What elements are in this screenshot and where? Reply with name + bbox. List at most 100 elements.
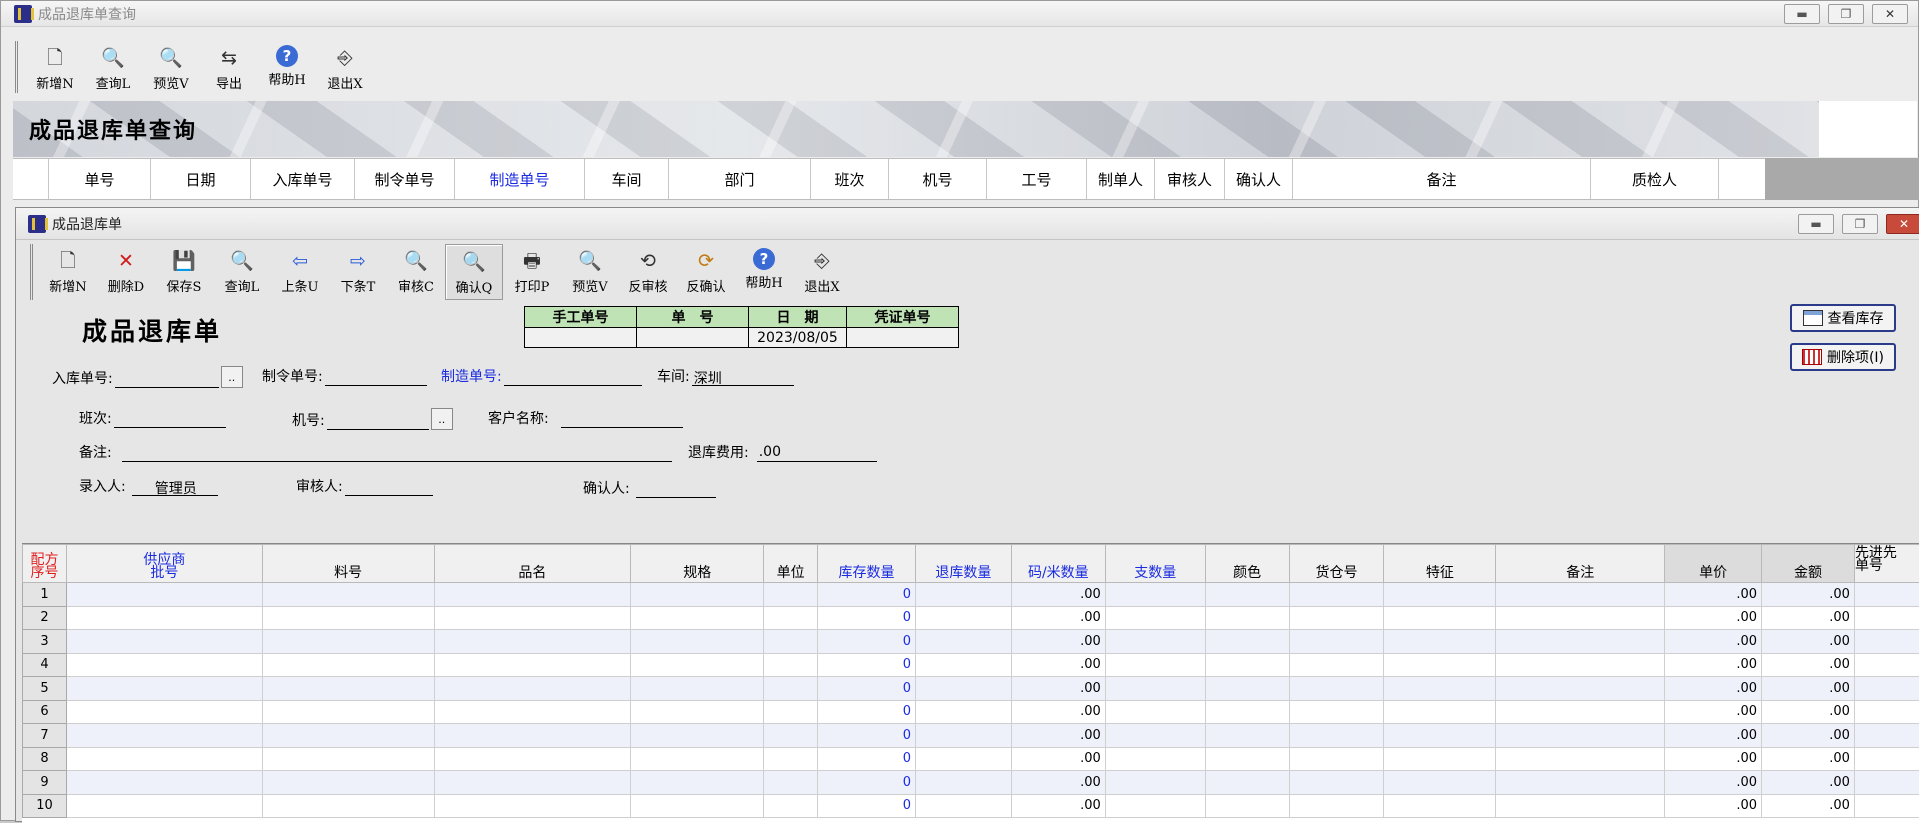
toolbar-button-print[interactable]: 🖶打印P — [503, 244, 561, 300]
table-row[interactable]: 90.00.00.00 — [23, 771, 1919, 795]
grid-cell[interactable] — [764, 724, 818, 748]
grid-cell[interactable] — [631, 771, 764, 795]
query-column-header[interactable]: 备注 — [1293, 159, 1591, 199]
stock-qty-cell[interactable]: 0 — [818, 677, 916, 701]
stock-qty-cell[interactable]: 0 — [818, 606, 916, 630]
grid-cell[interactable] — [1384, 583, 1496, 607]
grid-cell[interactable] — [1854, 747, 1919, 771]
grid-cell[interactable] — [764, 700, 818, 724]
stock-qty-cell[interactable]: 0 — [818, 794, 916, 818]
unit-price-cell[interactable]: .00 — [1665, 606, 1762, 630]
grid-cell[interactable] — [1205, 794, 1289, 818]
grid-column-header[interactable]: 单位 — [764, 545, 818, 583]
grid-cell[interactable] — [915, 630, 1011, 654]
grid-cell[interactable] — [434, 630, 631, 654]
query-column-header[interactable]: 审核人 — [1155, 159, 1225, 199]
grid-cell[interactable] — [1496, 653, 1665, 677]
outer-title-bar[interactable]: 成品退库单查询 ▬ ❐ ✕ — [1, 1, 1918, 27]
stock-qty-cell[interactable]: 0 — [818, 771, 916, 795]
grid-column-header[interactable]: 库存数量 — [818, 545, 916, 583]
table-row[interactable]: 80.00.00.00 — [23, 747, 1919, 771]
unit-price-cell[interactable]: .00 — [1665, 700, 1762, 724]
grid-cell[interactable] — [1289, 583, 1384, 607]
grid-cell[interactable] — [1854, 583, 1919, 607]
grid-column-header[interactable]: 金额 — [1762, 545, 1855, 583]
grid-cell[interactable] — [1205, 653, 1289, 677]
query-column-header[interactable]: 单号 — [49, 159, 151, 199]
toolbar-button-exit[interactable]: ⎆退出X — [793, 244, 851, 300]
shift-input[interactable] — [114, 410, 226, 428]
toolbar-button-export[interactable]: ⇆导出 — [200, 41, 258, 93]
grid-cell[interactable] — [915, 677, 1011, 701]
grid-cell[interactable] — [1496, 771, 1665, 795]
grid-cell[interactable] — [1205, 747, 1289, 771]
yard-qty-cell[interactable]: .00 — [1011, 653, 1105, 677]
grid-cell[interactable] — [434, 794, 631, 818]
grid-cell[interactable] — [1105, 747, 1205, 771]
table-row[interactable]: 70.00.00.00 — [23, 724, 1919, 748]
toolbar-button-help[interactable]: ?帮助H — [735, 244, 793, 300]
query-column-header[interactable]: 制造单号 — [455, 159, 585, 199]
grid-cell[interactable] — [1105, 583, 1205, 607]
doc-no-value[interactable] — [637, 328, 749, 348]
grid-cell[interactable] — [764, 747, 818, 771]
query-column-header[interactable]: 班次 — [811, 159, 889, 199]
grid-cell[interactable] — [66, 653, 262, 677]
grid-cell[interactable] — [915, 606, 1011, 630]
grid-cell[interactable] — [262, 747, 434, 771]
toolbar-button-next-arrow[interactable]: ⇨下条T — [329, 244, 387, 300]
grid-cell[interactable] — [1105, 677, 1205, 701]
grid-cell[interactable] — [66, 630, 262, 654]
grid-cell[interactable] — [262, 583, 434, 607]
grid-cell[interactable] — [1854, 653, 1919, 677]
grid-cell[interactable] — [1384, 771, 1496, 795]
query-column-header[interactable]: 部门 — [669, 159, 811, 199]
in-no-input[interactable] — [115, 370, 219, 388]
minimize-button[interactable]: ▬ — [1784, 4, 1820, 24]
date-value[interactable]: 2023/08/05 — [749, 328, 847, 348]
grid-cell[interactable] — [1205, 700, 1289, 724]
grid-column-header[interactable]: 先进先 单号 — [1854, 545, 1919, 583]
grid-cell[interactable] — [915, 771, 1011, 795]
grid-cell[interactable] — [915, 747, 1011, 771]
yard-qty-cell[interactable]: .00 — [1011, 583, 1105, 607]
table-row[interactable]: 10.00.00.00 — [23, 583, 1919, 607]
grid-cell[interactable] — [764, 630, 818, 654]
amount-cell[interactable]: .00 — [1762, 677, 1855, 701]
grid-cell[interactable] — [1384, 700, 1496, 724]
toolbar-button-query[interactable]: 🔍查询L — [84, 41, 142, 93]
grid-cell[interactable] — [434, 771, 631, 795]
grid-cell[interactable] — [764, 583, 818, 607]
grid-cell[interactable] — [262, 771, 434, 795]
grid-column-header[interactable]: 码/米数量 — [1011, 545, 1105, 583]
mfg-no-input[interactable] — [504, 368, 642, 386]
grid-cell[interactable] — [1384, 724, 1496, 748]
grid-cell[interactable] — [262, 606, 434, 630]
grid-cell[interactable] — [66, 677, 262, 701]
stock-qty-cell[interactable]: 0 — [818, 724, 916, 748]
grid-cell[interactable] — [434, 677, 631, 701]
grid-cell[interactable] — [1496, 794, 1665, 818]
grid-cell[interactable] — [1205, 583, 1289, 607]
query-column-header[interactable]: 日期 — [151, 159, 251, 199]
grid-cell[interactable] — [434, 606, 631, 630]
grid-cell[interactable] — [1854, 724, 1919, 748]
toolbar-button-unaudit[interactable]: ⟲反审核 — [619, 244, 677, 300]
toolbar-button-preview[interactable]: 🔍预览V — [561, 244, 619, 300]
stock-qty-cell[interactable]: 0 — [818, 630, 916, 654]
unit-price-cell[interactable]: .00 — [1665, 771, 1762, 795]
grid-cell[interactable] — [1205, 630, 1289, 654]
grid-cell[interactable] — [631, 794, 764, 818]
view-stock-button[interactable]: 查看库存 — [1790, 304, 1896, 332]
unit-price-cell[interactable]: .00 — [1665, 630, 1762, 654]
grid-column-header[interactable]: 支数量 — [1105, 545, 1205, 583]
remark-input[interactable] — [122, 444, 672, 462]
grid-cell[interactable] — [631, 583, 764, 607]
grid-cell[interactable] — [1205, 677, 1289, 701]
grid-cell[interactable] — [262, 630, 434, 654]
stock-qty-cell[interactable]: 0 — [818, 700, 916, 724]
grid-cell[interactable] — [1384, 677, 1496, 701]
grid-cell[interactable] — [915, 724, 1011, 748]
grid-cell[interactable] — [1496, 677, 1665, 701]
grid-cell[interactable] — [1205, 606, 1289, 630]
